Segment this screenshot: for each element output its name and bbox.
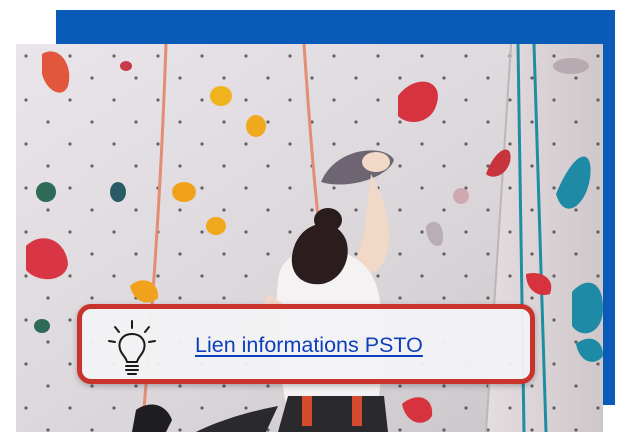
page: Lien informations PSTO <box>0 0 631 432</box>
info-card: Lien informations PSTO <box>77 304 535 384</box>
lightbulb-icon <box>106 319 158 377</box>
psto-info-link[interactable]: Lien informations PSTO <box>195 333 423 358</box>
